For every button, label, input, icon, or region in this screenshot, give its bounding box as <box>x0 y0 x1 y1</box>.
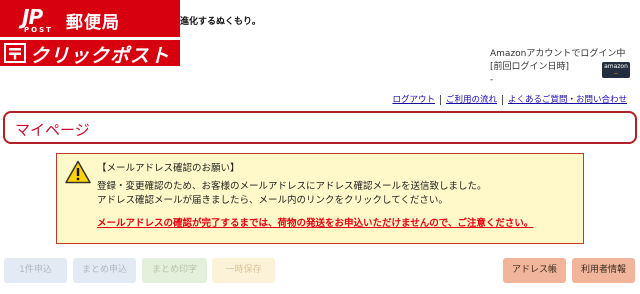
user-info-button[interactable]: 利用者情報 <box>572 258 635 283</box>
page-title-box: マイページ <box>3 111 637 144</box>
header-links: ログアウト ご利用の流れ よくあるご質問・お問い合わせ <box>387 93 632 105</box>
usage-flow-link[interactable]: ご利用の流れ <box>439 95 502 105</box>
amazon-pay-badge: amazon ⌣ pay <box>602 62 630 84</box>
badge-smile-icon: ⌣ <box>614 70 618 77</box>
login-info: Amazonアカウントでログイン中 [前回ログイン日時] - amazon ⌣ … <box>490 48 630 87</box>
page-title: マイページ <box>15 121 90 139</box>
email-confirm-notice: 【メールアドレス確認のお願い】 登録・変更確認のため、お客様のメールアドレスにア… <box>56 153 584 244</box>
notice-line-2: アドレス確認メールが届きましたら、メール内のリンクをクリックしてください。 <box>97 195 448 206</box>
badge-line2: pay <box>610 77 622 84</box>
bulk-print-button[interactable]: まとめ印字 <box>142 258 207 283</box>
warning-icon <box>65 160 91 184</box>
logout-link[interactable]: ログアウト <box>387 95 440 105</box>
clickpost-logo: クリックポスト <box>0 40 180 67</box>
badge-line1: amazon <box>604 63 628 70</box>
faq-link[interactable]: よくあるご質問・お問い合わせ <box>501 95 632 105</box>
notice-body: 登録・変更確認のため、お客様のメールアドレスにアドレス確認メールを送信致しました… <box>97 180 487 208</box>
single-apply-button[interactable]: 1件申込 <box>4 258 67 283</box>
address-book-button[interactable]: アドレス帳 <box>503 258 566 283</box>
postal-mark-icon <box>4 43 26 63</box>
login-status: Amazonアカウントでログイン中 <box>490 49 626 59</box>
notice-alert: メールアドレスの確認が完了するまでは、荷物の発送をお申込いただけませんので、ご注… <box>97 218 534 229</box>
bulk-apply-button[interactable]: まとめ申込 <box>73 258 136 283</box>
brand-name: 郵便局 <box>66 13 120 33</box>
notice-heading: 【メールアドレス確認のお願い】 <box>97 163 240 174</box>
service-name: クリックポスト <box>30 45 171 67</box>
tagline: 進化するぬくもり。 <box>180 17 261 27</box>
notice-line-1: 登録・変更確認のため、お客様のメールアドレスにアドレス確認メールを送信致しました… <box>97 181 487 192</box>
jp-post-text: POST <box>24 26 53 34</box>
temp-save-button[interactable]: 一時保存 <box>212 258 275 283</box>
japan-post-logo: JP POST 郵便局 <box>0 0 180 37</box>
